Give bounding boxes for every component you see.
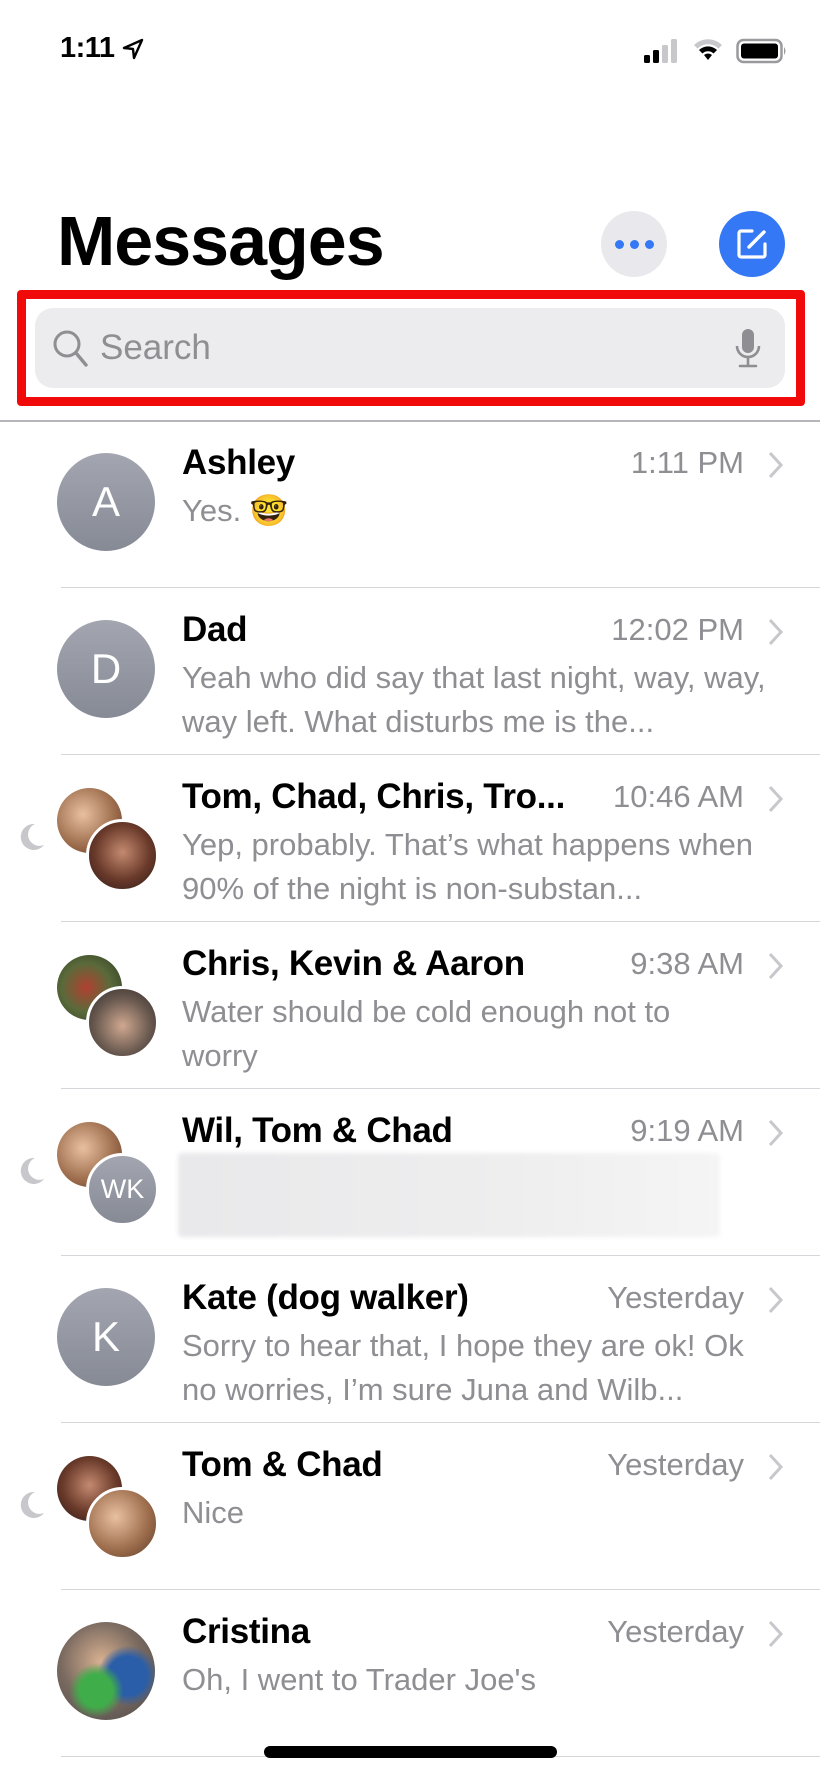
conversation-time: 10:46 AM: [613, 779, 744, 814]
conversation-name: Ashley: [182, 443, 295, 482]
status-time: 1:11: [60, 32, 115, 64]
more-options-button[interactable]: [601, 211, 667, 277]
group-avatar-photo: [86, 986, 159, 1059]
avatar-initial: D: [90, 645, 122, 692]
conversation-name: Tom & Chad: [182, 1445, 383, 1484]
group-avatar-initials: WK: [86, 1153, 159, 1226]
do-not-disturb-moon-icon: [20, 823, 44, 850]
magnifier-icon: [53, 330, 88, 367]
ellipsis-icon: [614, 239, 624, 249]
conversation-name: Chris, Kevin & Aaron: [182, 944, 525, 983]
conversation-time: 9:38 AM: [630, 946, 744, 981]
conversation-time: 9:19 AM: [630, 1113, 744, 1148]
chevron-right-icon: [768, 1119, 784, 1147]
conversation-time: 1:11 PM: [630, 445, 744, 480]
avatar-initials: WK: [100, 1174, 145, 1204]
location-arrow-icon: [122, 38, 144, 60]
chevron-right-icon: [768, 785, 784, 813]
compose-icon: [737, 229, 767, 259]
chevron-right-icon: [768, 1286, 784, 1314]
conversation-time: Yesterday: [607, 1280, 744, 1315]
compose-button[interactable]: [719, 211, 785, 277]
avatar-photo: [57, 1622, 155, 1720]
conversation-row[interactable]: Tom, Chad, Chris, Tro... 10:46 AM Yep, p…: [0, 755, 820, 922]
wifi-icon: [694, 39, 722, 60]
conversation-row[interactable]: Chris, Kevin & Aaron 9:38 AM Water shoul…: [0, 922, 820, 1089]
conversation-time: Yesterday: [607, 1447, 744, 1482]
conversation-preview: Sorry to hear that, I hope they are ok! …: [182, 1328, 744, 1407]
conversation-row[interactable]: K Kate (dog walker) Yesterday Sorry to h…: [0, 1256, 820, 1423]
avatar: K: [57, 1288, 155, 1386]
avatar: A: [57, 453, 155, 551]
avatar-initial: K: [91, 1313, 120, 1360]
do-not-disturb-moon-icon: [20, 1491, 44, 1518]
avatar: D: [57, 620, 155, 718]
conversation-preview: Nice: [182, 1495, 245, 1530]
search-input[interactable]: [100, 318, 700, 378]
conversation-row[interactable]: Cristina Yesterday Oh, I went to Trader …: [0, 1590, 820, 1757]
page-title: Messages: [57, 202, 385, 280]
battery-icon: [736, 38, 786, 64]
microphone-icon[interactable]: [733, 328, 763, 370]
conversation-time: 12:02 PM: [611, 612, 744, 647]
chevron-right-icon: [768, 952, 784, 980]
conversation-preview: Oh, I went to Trader Joe's: [182, 1662, 536, 1697]
chevron-right-icon: [768, 1620, 784, 1648]
conversation-time: Yesterday: [607, 1614, 744, 1649]
chevron-right-icon: [768, 1453, 784, 1481]
avatar-initial: A: [91, 478, 120, 525]
chevron-right-icon: [768, 451, 784, 479]
conversation-row[interactable]: D Dad 12:02 PM Yeah who did say that las…: [0, 588, 820, 755]
conversation-name: Tom, Chad, Chris, Tro...: [182, 777, 566, 816]
blurred-preview: [178, 1153, 720, 1237]
conversation-row[interactable]: WK Wil, Tom & Chad 9:19 AM: [0, 1089, 820, 1256]
conversation-preview: Water should be cold enough not to worry: [182, 994, 671, 1073]
conversation-row[interactable]: A Ashley 1:11 PM Yes. 🤓: [0, 421, 820, 588]
conversation-name: Cristina: [182, 1612, 310, 1651]
group-avatar-photo: [86, 1487, 159, 1560]
conversation-preview: Yep, probably. That’s what happens when …: [182, 827, 754, 906]
ellipsis-icon: [629, 239, 639, 249]
chevron-right-icon: [768, 618, 784, 646]
cellular-signal-icon: [644, 39, 677, 63]
conversation-row[interactable]: Tom & Chad Yesterday Nice: [0, 1423, 820, 1590]
conversation-preview: Yeah who did say that last night, way, w…: [182, 660, 766, 739]
group-avatar-photo: [86, 819, 159, 892]
conversation-name: Kate (dog walker): [182, 1278, 469, 1317]
home-indicator[interactable]: [264, 1746, 557, 1758]
do-not-disturb-moon-icon: [20, 1157, 44, 1184]
ellipsis-icon: [644, 239, 654, 249]
conversation-name: Dad: [182, 610, 248, 649]
conversation-preview: Yes. 🤓: [182, 493, 289, 528]
conversation-name: Wil, Tom & Chad: [182, 1111, 453, 1150]
